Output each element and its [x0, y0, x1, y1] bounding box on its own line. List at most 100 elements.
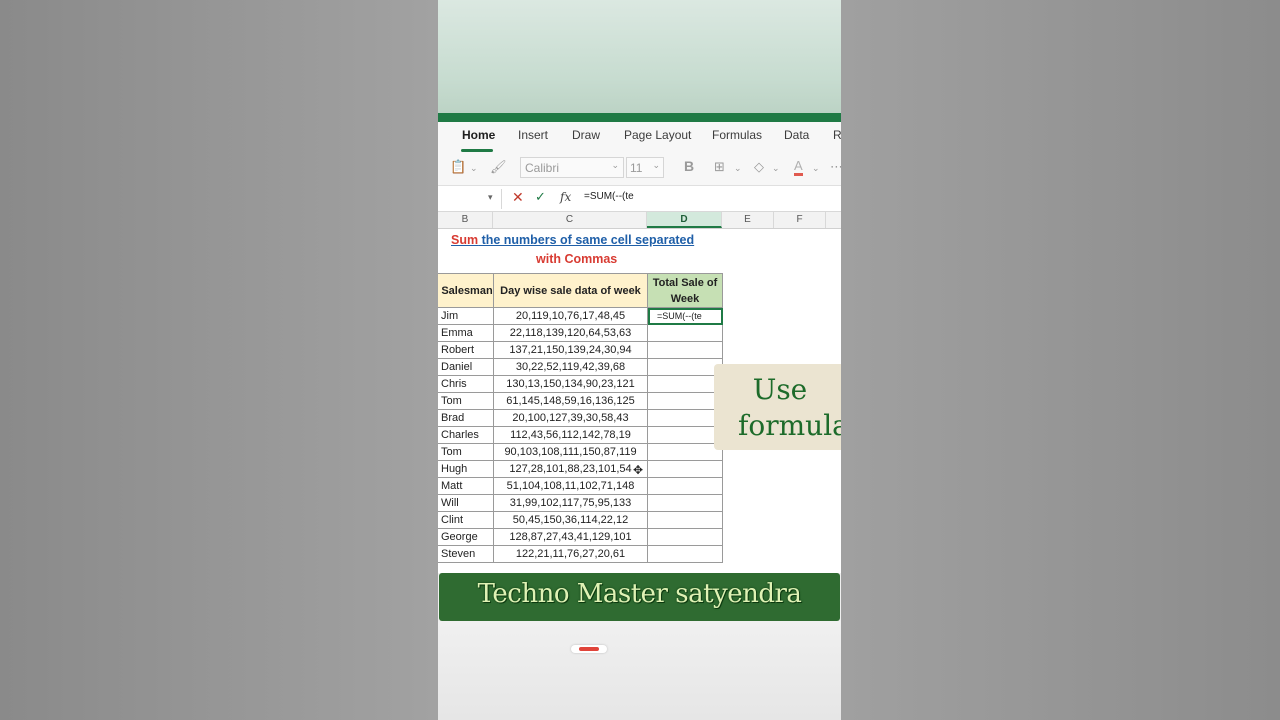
total-cell[interactable] [647, 409, 723, 427]
name-box-dropdown-icon[interactable]: ▾ [488, 192, 493, 203]
callout-line2: formula [738, 409, 841, 442]
callout-text: Use formula [714, 372, 841, 444]
font-color-button[interactable]: A [794, 159, 803, 176]
salesman-cell[interactable]: Steven [438, 545, 494, 563]
font-size-select[interactable]: 11 ⌄ [626, 157, 664, 178]
total-cell[interactable] [647, 375, 723, 393]
bold-button[interactable]: B [684, 158, 694, 174]
bottom-blur-area [438, 621, 841, 720]
data-cell[interactable]: 22,118,139,120,64,53,63 [493, 324, 648, 342]
total-cell[interactable] [647, 426, 723, 444]
format-painter-icon[interactable]: 🖌 [490, 159, 507, 175]
table-row: Charles 112,43,56,112,142,78,19 [438, 426, 723, 444]
data-cell[interactable]: 30,22,52,119,42,39,68 [493, 358, 648, 376]
formula-input[interactable]: =SUM(--(te [584, 191, 634, 202]
data-cell[interactable]: 130,13,150,134,90,23,121 [493, 375, 648, 393]
borders-icon[interactable]: ⊞ [714, 159, 725, 175]
subscribe-pill[interactable] [571, 645, 607, 653]
cancel-formula-button[interactable]: ✕ [512, 189, 524, 206]
total-cell[interactable] [647, 392, 723, 410]
salesman-cell[interactable]: Hugh [438, 460, 494, 478]
total-cell[interactable] [647, 477, 723, 495]
data-cell[interactable]: 122,21,11,76,27,20,61 [493, 545, 648, 563]
data-cell[interactable]: 51,104,108,11,102,71,148 [493, 477, 648, 495]
salesman-cell[interactable]: Daniel [438, 358, 494, 376]
data-cell[interactable]: 61,145,148,59,16,136,125 [493, 392, 648, 410]
pill-indicator [579, 647, 599, 651]
font-color-dropdown-icon[interactable]: ⌄ [812, 163, 820, 174]
tab-insert[interactable]: Insert [518, 128, 548, 142]
column-header-d[interactable]: D [647, 212, 722, 228]
tab-home[interactable]: Home [462, 128, 495, 142]
total-cell[interactable] [647, 358, 723, 376]
column-header-f[interactable]: F [774, 212, 826, 228]
data-cell[interactable]: 20,100,127,39,30,58,43 [493, 409, 648, 427]
salesman-cell[interactable]: George [438, 528, 494, 546]
header-total[interactable]: Total Sale of Week [647, 273, 723, 308]
title-sum-word: Sum [451, 233, 479, 247]
chevron-down-icon: ⌄ [611, 160, 619, 170]
fill-color-icon[interactable]: ◇ [754, 159, 764, 175]
tab-draw[interactable]: Draw [572, 128, 600, 142]
more-options-icon[interactable]: ⋯ [830, 159, 841, 175]
ribbon: Home Insert Draw Page Layout Formulas Da… [438, 122, 841, 186]
data-cell[interactable]: 20,119,10,76,17,48,45 [493, 307, 648, 325]
salesman-cell[interactable]: Clint [438, 511, 494, 529]
data-cell[interactable]: 128,87,27,43,41,129,101 [493, 528, 648, 546]
table-row: Matt 51,104,108,11,102,71,148 [438, 477, 723, 495]
table-row: George 128,87,27,43,41,129,101 [438, 528, 723, 546]
column-header-b[interactable]: B [438, 212, 493, 228]
data-cell[interactable]: 137,21,150,139,24,30,94 [493, 341, 648, 359]
tab-page-layout[interactable]: Page Layout [624, 128, 691, 142]
right-blur-background [841, 0, 1280, 720]
active-total-cell[interactable]: =SUM(--(te [647, 307, 723, 325]
table-row: Tom 61,145,148,59,16,136,125 [438, 392, 723, 410]
total-cell[interactable] [647, 341, 723, 359]
total-cell[interactable] [647, 324, 723, 342]
salesman-cell[interactable]: Brad [438, 409, 494, 427]
paste-dropdown-icon[interactable]: ⌄ [470, 163, 478, 174]
salesman-cell[interactable]: Tom [438, 443, 494, 461]
font-name-select[interactable]: Calibri ⌄ [520, 157, 624, 178]
borders-dropdown-icon[interactable]: ⌄ [734, 163, 742, 174]
salesman-cell[interactable]: Will [438, 494, 494, 512]
tab-data[interactable]: Data [784, 128, 809, 142]
channel-banner: Techno Master satyendra [439, 573, 840, 621]
active-tab-indicator [461, 149, 493, 152]
data-cell[interactable]: 112,43,56,112,142,78,19 [493, 426, 648, 444]
fill-dropdown-icon[interactable]: ⌄ [772, 163, 780, 174]
column-header-e[interactable]: E [722, 212, 774, 228]
column-header-c[interactable]: C [493, 212, 647, 228]
salesman-cell[interactable]: Matt [438, 477, 494, 495]
share-icon[interactable]: ⇪ [798, 548, 815, 573]
paste-icon[interactable]: 📋 [450, 159, 466, 175]
data-cell[interactable]: 31,99,102,117,75,95,133 [493, 494, 648, 512]
salesman-cell[interactable]: Jim [438, 307, 494, 325]
salesman-cell[interactable]: Emma [438, 324, 494, 342]
salesman-cell[interactable]: Robert [438, 341, 494, 359]
video-frame: Home Insert Draw Page Layout Formulas Da… [438, 0, 841, 720]
total-cell[interactable] [647, 460, 723, 478]
data-cell[interactable]: 50,45,150,36,114,22,12 [493, 511, 648, 529]
salesman-cell[interactable]: Charles [438, 426, 494, 444]
sheet-title-line1: Sum the numbers of same cell separated [451, 233, 694, 247]
tab-review[interactable]: R [833, 128, 841, 142]
total-cell[interactable] [647, 443, 723, 461]
chevron-down-icon: ⌄ [652, 160, 660, 170]
total-cell[interactable] [647, 528, 723, 546]
total-cell[interactable] [647, 545, 723, 563]
header-salesman[interactable]: Salesman [438, 273, 494, 308]
left-blur-background [0, 0, 438, 720]
divider [501, 189, 502, 209]
channel-name: Techno Master satyendra [477, 579, 802, 609]
total-cell[interactable] [647, 511, 723, 529]
data-cell[interactable]: 127,28,101,88,23,101,54 [493, 460, 648, 478]
insert-function-button[interactable]: fx [560, 190, 571, 204]
tab-formulas[interactable]: Formulas [712, 128, 762, 142]
total-cell[interactable] [647, 494, 723, 512]
header-day-wise[interactable]: Day wise sale data of week [493, 273, 648, 308]
enter-formula-button[interactable]: ✓ [535, 189, 546, 205]
salesman-cell[interactable]: Tom [438, 392, 494, 410]
data-cell[interactable]: 90,103,108,111,150,87,119 [493, 443, 648, 461]
salesman-cell[interactable]: Chris [438, 375, 494, 393]
